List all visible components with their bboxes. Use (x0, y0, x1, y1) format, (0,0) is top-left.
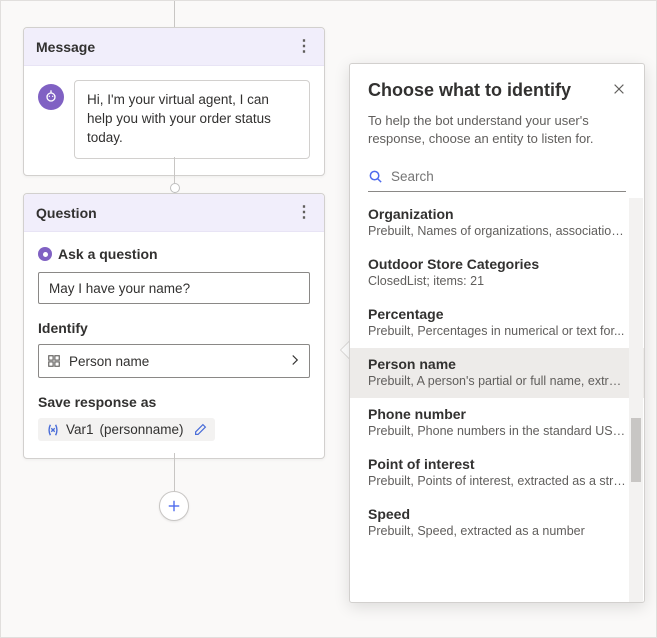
variable-icon (46, 423, 60, 437)
chevron-right-icon (289, 354, 301, 369)
entity-item[interactable]: Speed Prebuilt, Speed, extracted as a num… (350, 498, 644, 548)
entity-desc: Prebuilt, Names of organizations, associ… (368, 224, 626, 238)
variable-pill[interactable]: Var1 (personname) (38, 418, 215, 441)
entity-item[interactable]: Person name Prebuilt, A person's partial … (350, 348, 644, 398)
entity-desc: Prebuilt, Percentages in numerical or te… (368, 324, 626, 338)
variable-type: (personname) (100, 422, 184, 437)
panel-title: Choose what to identify (368, 80, 571, 101)
save-response-label: Save response as (38, 394, 310, 410)
entity-name: Speed (368, 506, 626, 522)
entity-name: Outdoor Store Categories (368, 256, 626, 272)
message-node[interactable]: Message ⋮ Hi, I'm your virtual agent, I … (23, 27, 325, 176)
identify-panel: Choose what to identify To help the bot … (349, 63, 645, 603)
entity-name: Point of interest (368, 456, 626, 472)
bot-avatar-icon (38, 84, 64, 110)
question-node-header: Question ⋮ (24, 194, 324, 232)
scrollbar-track[interactable] (629, 198, 643, 602)
panel-description: To help the bot understand your user's r… (350, 108, 644, 158)
search-icon (368, 169, 383, 184)
entity-desc: Prebuilt, Speed, extracted as a number (368, 524, 626, 538)
entity-desc: ClosedList; items: 21 (368, 274, 626, 288)
identify-selector[interactable]: Person name (38, 344, 310, 378)
bullet-icon (38, 247, 52, 261)
search-input[interactable] (391, 169, 626, 184)
search-box[interactable] (368, 162, 626, 192)
entity-item[interactable]: Phone number Prebuilt, Phone numbers in t… (350, 398, 644, 448)
connector-line (174, 1, 175, 27)
entity-item[interactable]: Outdoor Store Categories ClosedList; item… (350, 248, 644, 298)
variable-name: Var1 (66, 422, 94, 437)
entity-desc: Prebuilt, A person's partial or full nam… (368, 374, 626, 388)
close-icon[interactable] (610, 80, 628, 102)
entity-desc: Prebuilt, Points of interest, extracted … (368, 474, 626, 488)
entity-item[interactable]: Point of interest Prebuilt, Points of int… (350, 448, 644, 498)
more-icon[interactable]: ⋮ (296, 205, 312, 221)
question-node[interactable]: Question ⋮ Ask a question Identify Perso… (23, 193, 325, 459)
entity-item[interactable]: Percentage Prebuilt, Percentages in numer… (350, 298, 644, 348)
identify-value: Person name (69, 354, 149, 369)
edit-icon[interactable] (194, 423, 207, 436)
authoring-canvas: Message ⋮ Hi, I'm your virtual agent, I … (1, 1, 346, 638)
identify-label: Identify (38, 320, 310, 336)
message-node-header: Message ⋮ (24, 28, 324, 66)
entity-list: Organization Prebuilt, Names of organizat… (350, 198, 644, 602)
question-node-title: Question (36, 205, 97, 221)
entity-icon (47, 354, 61, 368)
entity-item[interactable]: Organization Prebuilt, Names of organizat… (350, 198, 644, 248)
message-node-title: Message (36, 39, 95, 55)
connector-dot[interactable] (170, 183, 180, 193)
ask-question-label: Ask a question (38, 246, 310, 262)
add-node-button[interactable] (159, 491, 189, 521)
message-text[interactable]: Hi, I'm your virtual agent, I can help y… (74, 80, 310, 159)
question-text-input[interactable] (38, 272, 310, 304)
entity-desc: Prebuilt, Phone numbers in the standard … (368, 424, 626, 438)
more-icon[interactable]: ⋮ (296, 39, 312, 55)
entity-name: Phone number (368, 406, 626, 422)
entity-name: Organization (368, 206, 626, 222)
scrollbar-thumb[interactable] (631, 418, 641, 482)
entity-name: Person name (368, 356, 626, 372)
entity-name: Percentage (368, 306, 626, 322)
connector-line (174, 453, 175, 493)
